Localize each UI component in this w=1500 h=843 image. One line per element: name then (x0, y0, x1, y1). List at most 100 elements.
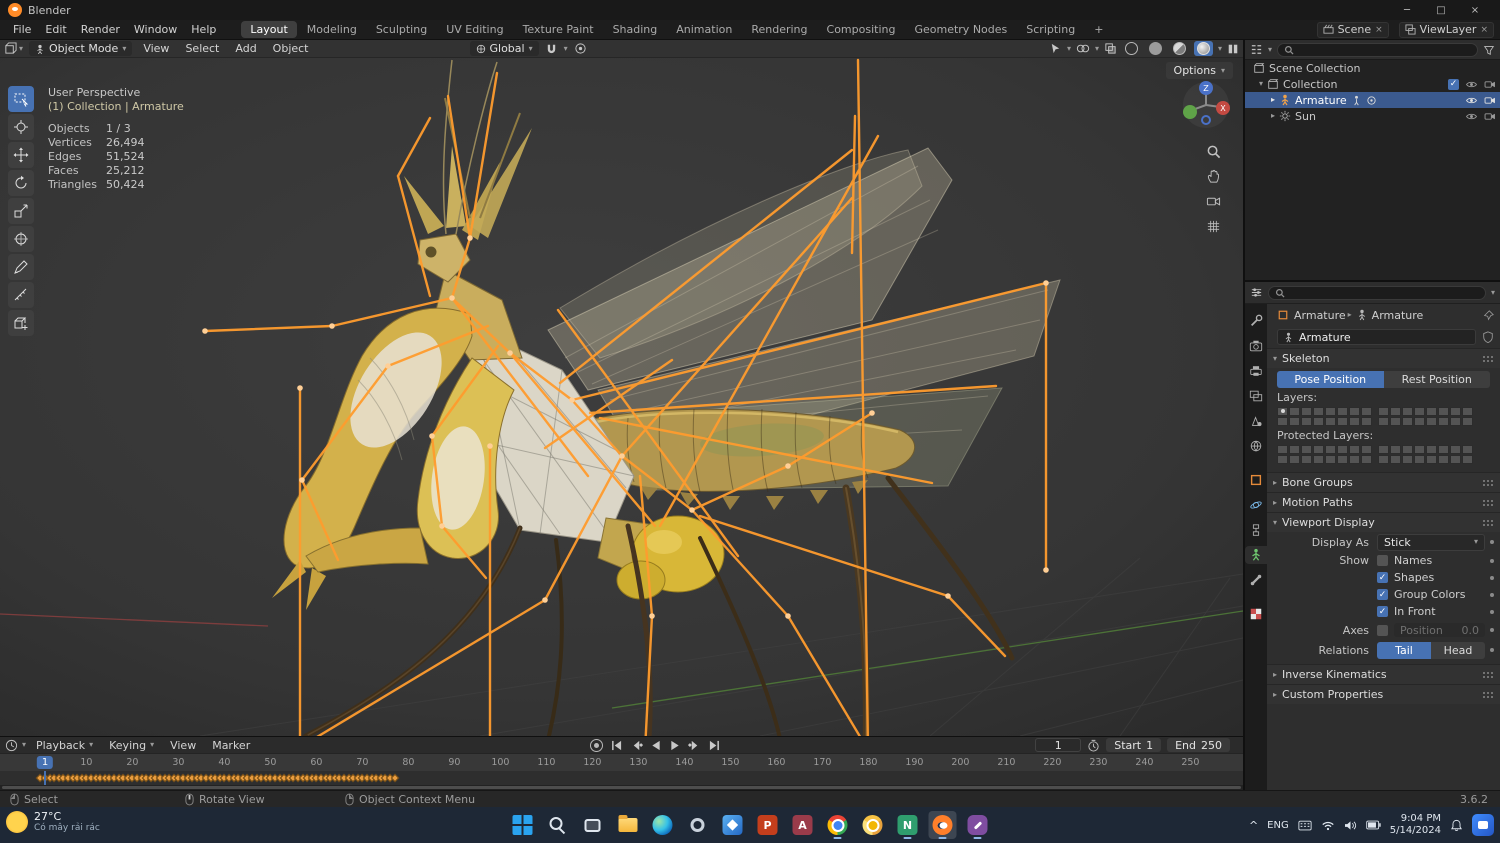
layer-cell[interactable] (1301, 455, 1312, 464)
gizmo-options-chevron-icon[interactable]: ▾ (1067, 45, 1071, 53)
file-explorer-icon[interactable] (614, 811, 642, 839)
chevron-down-icon[interactable]: ▾ (1268, 46, 1272, 54)
show-gizmo-icon[interactable] (1049, 42, 1062, 55)
properties-editor-icon[interactable] (1250, 286, 1263, 299)
layer-cell[interactable] (1402, 445, 1413, 454)
viewlayer-selector[interactable]: ViewLayer × (1399, 22, 1494, 38)
tab-tool[interactable] (1245, 312, 1267, 330)
language-indicator[interactable]: ENG (1267, 820, 1289, 831)
start-frame-field[interactable]: Start1 (1106, 738, 1161, 752)
layer-cell[interactable] (1402, 455, 1413, 464)
battery-icon[interactable] (1366, 820, 1381, 830)
panel-drag-icon[interactable] (1482, 499, 1494, 507)
layer-cell[interactable] (1378, 407, 1389, 416)
display-as-dropdown[interactable]: Stick ▾ (1377, 534, 1485, 551)
layer-grid[interactable] (1277, 407, 1372, 426)
disable-render-camera-icon[interactable] (1484, 96, 1496, 105)
proportional-editing-icon[interactable] (574, 42, 587, 55)
tab-bone[interactable] (1245, 571, 1267, 589)
search-icon[interactable] (544, 811, 572, 839)
viewport-menu-view[interactable]: View (138, 42, 174, 55)
workspace-tab-modeling[interactable]: Modeling (298, 21, 366, 38)
keyboard-icon[interactable] (1298, 820, 1312, 831)
layer-cell[interactable] (1438, 455, 1449, 464)
timeline-ruler[interactable]: 1102030405060708090100110120130140150160… (0, 753, 1243, 771)
gizmo-x-axis[interactable]: X (1216, 101, 1230, 115)
layer-cell[interactable] (1414, 455, 1425, 464)
axes-position-slider[interactable]: Position 0.0 (1394, 623, 1485, 637)
access-icon[interactable]: A (789, 811, 817, 839)
panel-skeleton[interactable]: ▾ Skeleton (1267, 348, 1500, 368)
group-colors-checkbox[interactable]: ✓ (1377, 589, 1388, 600)
transform-tool[interactable] (8, 226, 34, 252)
layer-cell[interactable] (1313, 455, 1324, 464)
outliner-item-scene-collection[interactable]: Scene Collection (1245, 60, 1500, 76)
panel-viewport-display[interactable]: ▾ Viewport Display (1267, 512, 1500, 532)
layer-cell[interactable] (1349, 445, 1360, 454)
shading-material-button[interactable] (1170, 41, 1189, 56)
animate-decorator[interactable] (1490, 593, 1494, 597)
notification-bell-icon[interactable] (1450, 819, 1463, 832)
animate-decorator[interactable] (1490, 610, 1494, 614)
viewport-canvas[interactable] (0, 58, 1243, 736)
panel-inverse-kinematics[interactable]: ▸ Inverse Kinematics (1267, 664, 1500, 684)
head-button[interactable]: Head (1431, 642, 1485, 659)
keying-menu[interactable]: Keying▾ (103, 739, 160, 752)
names-checkbox[interactable]: ✓ (1377, 555, 1388, 566)
layer-cell[interactable] (1325, 445, 1336, 454)
expand-icon[interactable]: ▸ (1271, 112, 1275, 120)
wifi-icon[interactable] (1321, 820, 1335, 831)
chrome-icon[interactable] (824, 811, 852, 839)
add-workspace-button[interactable]: + (1085, 21, 1112, 38)
animate-decorator[interactable] (1490, 576, 1494, 580)
animate-decorator[interactable] (1490, 540, 1494, 544)
scale-tool[interactable] (8, 198, 34, 224)
next-keyframe-button[interactable] (688, 740, 701, 751)
layer-cell[interactable] (1361, 407, 1372, 416)
menu-render[interactable]: Render (74, 23, 127, 36)
tab-constraints[interactable] (1245, 521, 1267, 539)
layer-cell[interactable] (1277, 417, 1288, 426)
panel-drag-icon[interactable] (1482, 355, 1494, 363)
pin-icon[interactable] (1483, 310, 1494, 321)
workspace-tab-shading[interactable]: Shading (604, 21, 667, 38)
layer-cell[interactable] (1426, 455, 1437, 464)
hide-eye-icon[interactable] (1465, 96, 1478, 105)
maximize-button[interactable]: □ (1424, 0, 1458, 20)
layer-cell[interactable] (1337, 417, 1348, 426)
panel-bone-groups[interactable]: ▸ Bone Groups (1267, 472, 1500, 492)
jump-to-start-button[interactable] (610, 740, 623, 751)
menu-help[interactable]: Help (184, 23, 223, 36)
current-frame-indicator[interactable]: 1 (37, 756, 53, 769)
layer-cell[interactable] (1390, 445, 1401, 454)
panel-drag-icon[interactable] (1482, 519, 1494, 527)
menu-file[interactable]: File (6, 23, 38, 36)
collection-checkbox[interactable]: ✓ (1448, 79, 1459, 90)
layer-cell[interactable] (1450, 417, 1461, 426)
layer-cell[interactable] (1414, 445, 1425, 454)
layer-cell[interactable] (1313, 417, 1324, 426)
workspace-tab-geometry-nodes[interactable]: Geometry Nodes (905, 21, 1016, 38)
layer-cell[interactable] (1337, 407, 1348, 416)
shading-options-chevron-icon[interactable]: ▾ (1218, 45, 1222, 53)
layer-cell[interactable] (1277, 455, 1288, 464)
panel-custom-properties[interactable]: ▸ Custom Properties (1267, 684, 1500, 704)
layer-cell[interactable] (1301, 417, 1312, 426)
rest-position-button[interactable]: Rest Position (1384, 371, 1491, 388)
expand-icon[interactable]: ▸ (1271, 96, 1275, 104)
timeline-editor-icon[interactable] (5, 739, 18, 752)
viewport-3d[interactable]: User Perspective (1) Collection | Armatu… (0, 58, 1243, 736)
layer-cell[interactable] (1450, 407, 1461, 416)
snap-options-chevron-icon[interactable]: ▾ (564, 45, 568, 53)
view-menu[interactable]: View (164, 739, 202, 752)
overlay-options-chevron-icon[interactable]: ▾ (1095, 45, 1099, 53)
layer-cell[interactable] (1277, 445, 1288, 454)
protected-layer-grid[interactable] (1277, 445, 1372, 464)
outliner-editor-icon[interactable] (1250, 43, 1263, 56)
layer-cell[interactable] (1378, 417, 1389, 426)
scene-unlink-icon[interactable]: × (1375, 25, 1383, 35)
workspace-tab-rendering[interactable]: Rendering (742, 21, 816, 38)
layer-cell[interactable] (1438, 417, 1449, 426)
layer-cell[interactable] (1402, 407, 1413, 416)
weather-widget[interactable]: 27°C Có mây rải rác (6, 810, 100, 833)
